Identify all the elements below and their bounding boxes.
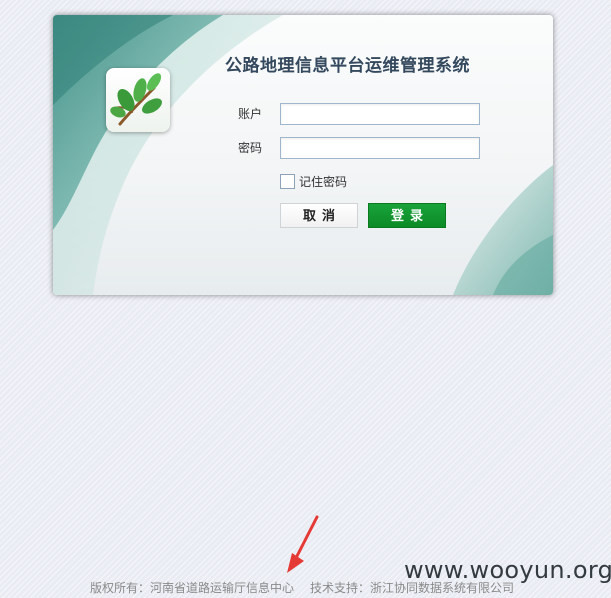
account-label: 账户 — [238, 107, 263, 121]
app-logo — [106, 68, 170, 132]
account-input[interactable] — [280, 103, 480, 125]
password-input[interactable] — [280, 137, 480, 159]
watermark: www.wooyun.org — [404, 556, 611, 584]
leaf-branch-icon — [110, 73, 162, 126]
login-panel: 公路地理信息平台运维管理系统 账户 密码 记住密码 取消 登录 — [53, 15, 553, 295]
remember-label: 记住密码 — [299, 174, 348, 189]
page-title: 公路地理信息平台运维管理系统 — [225, 56, 470, 76]
remember-checkbox[interactable] — [280, 173, 295, 189]
red-arrow-icon — [287, 515, 319, 573]
password-label: 密码 — [238, 141, 263, 155]
cancel-button[interactable]: 取消 — [280, 203, 358, 228]
footer-copyright: 版权所有：河南省道路运输厅信息中心 — [90, 581, 295, 595]
remember-password[interactable]: 记住密码 — [280, 173, 347, 189]
login-button[interactable]: 登录 — [368, 203, 446, 228]
